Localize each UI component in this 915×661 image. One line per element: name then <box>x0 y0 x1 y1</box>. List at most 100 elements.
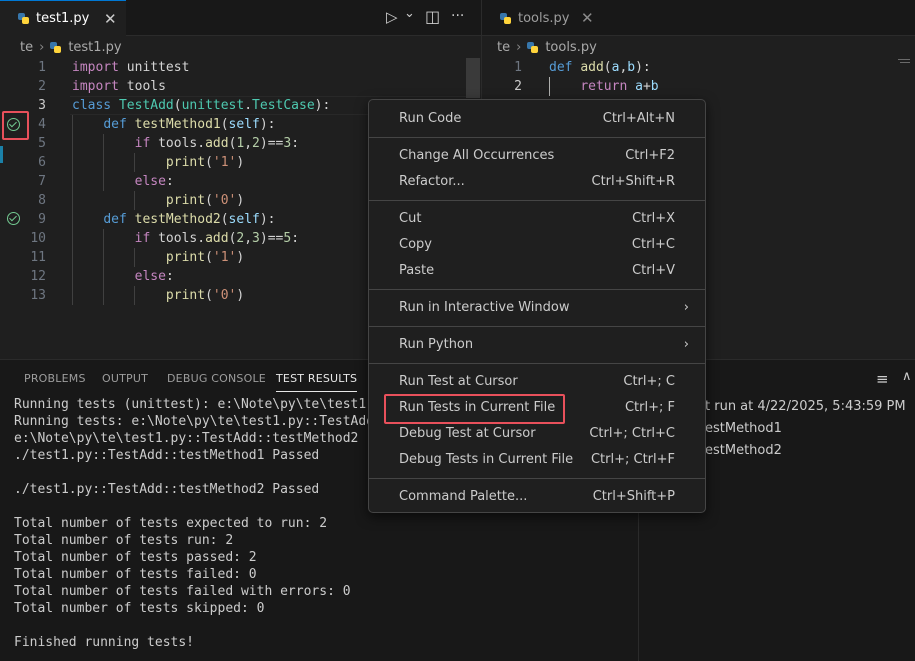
output-line: Total number of tests passed: 2 <box>14 550 257 565</box>
breadcrumb-file[interactable]: test1.py <box>68 40 121 55</box>
output-line: Running tests (unittest): e:\Note\py\te\… <box>14 397 375 412</box>
code-token: tools <box>118 79 166 94</box>
code-token: ( <box>205 193 213 208</box>
chevron-right-icon: › <box>683 300 689 315</box>
breadcrumb-folder[interactable]: te <box>497 40 510 55</box>
code-token: ): <box>259 117 276 132</box>
close-icon[interactable]: ✕ <box>581 9 594 27</box>
code-token: print <box>165 250 206 265</box>
test-item[interactable]: estMethod1 <box>705 421 782 436</box>
code-token: tools. <box>150 231 206 246</box>
menu-item[interactable]: Run Code Ctrl+Alt+N <box>369 106 705 132</box>
menu-item-shortcut: Ctrl+Shift+R <box>591 174 676 189</box>
menu-item[interactable]: Debug Test at Cursor Ctrl+; Ctrl+C <box>369 421 705 447</box>
tab-problems[interactable]: PROBLEMS <box>24 372 86 385</box>
more-actions-icon[interactable]: ··· <box>451 8 464 24</box>
tab-tools[interactable]: tools.py ✕ <box>482 0 602 36</box>
tab-output[interactable]: OUTPUT <box>102 372 148 385</box>
code-token: ( <box>173 98 182 113</box>
python-file-icon <box>527 41 539 53</box>
code-token: else <box>134 269 166 284</box>
scrollbar[interactable] <box>466 58 480 98</box>
menu-item[interactable]: Paste Ctrl+V <box>369 258 705 284</box>
indent-guide <box>103 229 104 305</box>
code-token: '1' <box>212 155 237 170</box>
code-token: ) <box>236 155 245 170</box>
code-line: def add(a,b): <box>549 58 651 77</box>
menu-item[interactable]: Run Python › <box>369 332 705 358</box>
menu-item[interactable]: Run in Interactive Window › <box>369 295 705 321</box>
code-token: )== <box>259 231 284 246</box>
code-token: : <box>291 136 300 151</box>
code-token: : <box>165 174 174 189</box>
test-item[interactable]: estMethod2 <box>705 443 782 458</box>
code-token: . <box>244 98 253 113</box>
output-line: Total number of tests skipped: 0 <box>14 601 265 616</box>
code-token: ) <box>236 288 245 303</box>
menu-separator <box>369 363 705 364</box>
minimap[interactable] <box>896 58 914 68</box>
menu-item[interactable]: Refactor... Ctrl+Shift+R <box>369 169 705 195</box>
line-number: 13 <box>30 288 46 303</box>
python-file-icon <box>50 41 62 53</box>
menu-item-label: Run Python <box>399 337 474 352</box>
code-token: a <box>635 79 643 94</box>
code-token: 2 <box>252 136 260 151</box>
breadcrumb-file[interactable]: tools.py <box>545 40 596 55</box>
tab-test1[interactable]: test1.py ✕ <box>0 0 126 36</box>
code-line: if tools.add(2,3)==5: <box>72 229 299 248</box>
indent-guide <box>134 248 135 267</box>
menu-separator <box>369 478 705 479</box>
code-token: self <box>228 117 260 132</box>
code-line: def testMethod1(self): <box>72 115 276 134</box>
run-icon[interactable]: ▷ <box>386 8 398 26</box>
code-token: self <box>228 212 260 227</box>
menu-item-shortcut: Ctrl+C <box>631 237 675 252</box>
code-token: def <box>103 117 127 132</box>
close-icon[interactable]: ✕ <box>104 10 117 28</box>
menu-item-label: Run in Interactive Window <box>399 300 570 315</box>
code-token: ( <box>205 288 213 303</box>
code-line: else: <box>72 172 174 191</box>
code-token: ( <box>205 155 213 170</box>
tab-debug-console[interactable]: DEBUG CONSOLE <box>167 372 266 385</box>
menu-item-label: Cut <box>399 211 422 226</box>
indent-guide <box>72 115 73 305</box>
test-run-item[interactable]: t run at 4/22/2025, 5:43:59 PM <box>705 399 906 414</box>
tab-test-results[interactable]: TEST RESULTS <box>276 372 358 392</box>
collapse-icon[interactable]: ∧ <box>902 369 912 384</box>
menu-item-shortcut: Ctrl+V <box>632 263 675 278</box>
menu-item-label: Refactor... <box>399 174 465 189</box>
test-passed-icon[interactable] <box>7 212 20 225</box>
breadcrumb-folder[interactable]: te <box>20 40 33 55</box>
tab-label: tools.py <box>518 10 570 26</box>
output-line: Finished running tests! <box>14 635 195 650</box>
menu-item[interactable]: Run Test at Cursor Ctrl+; C <box>369 369 705 395</box>
chevron-down-icon[interactable]: ⌄ <box>404 6 415 21</box>
code-token: )== <box>259 136 284 151</box>
menu-item[interactable]: Cut Ctrl+X <box>369 206 705 232</box>
python-file-icon <box>500 12 511 24</box>
menu-separator <box>369 289 705 290</box>
split-editor-icon[interactable]: ◫ <box>425 7 440 26</box>
code-token: , <box>244 231 253 246</box>
code-token: : <box>165 269 174 284</box>
menu-item[interactable]: Command Palette... Ctrl+Shift+P <box>369 484 705 510</box>
code-token: add <box>205 231 229 246</box>
clear-icon[interactable]: ≡ <box>876 370 889 388</box>
code-token: print <box>165 155 206 170</box>
menu-item[interactable]: Debug Tests in Current File Ctrl+; Ctrl+F <box>369 447 705 473</box>
code-token: return <box>580 79 628 94</box>
chevron-right-icon: › <box>39 39 45 55</box>
code-token: 3 <box>252 231 260 246</box>
menu-item[interactable]: Change All Occurrences Ctrl+F2 <box>369 143 705 169</box>
output-line: Total number of tests expected to run: 2 <box>14 516 328 531</box>
code-token: add <box>205 136 229 151</box>
scm-change-marker <box>0 146 3 163</box>
menu-item[interactable]: Copy Ctrl+C <box>369 232 705 258</box>
menu-separator <box>369 137 705 138</box>
code-token: , <box>244 136 253 151</box>
